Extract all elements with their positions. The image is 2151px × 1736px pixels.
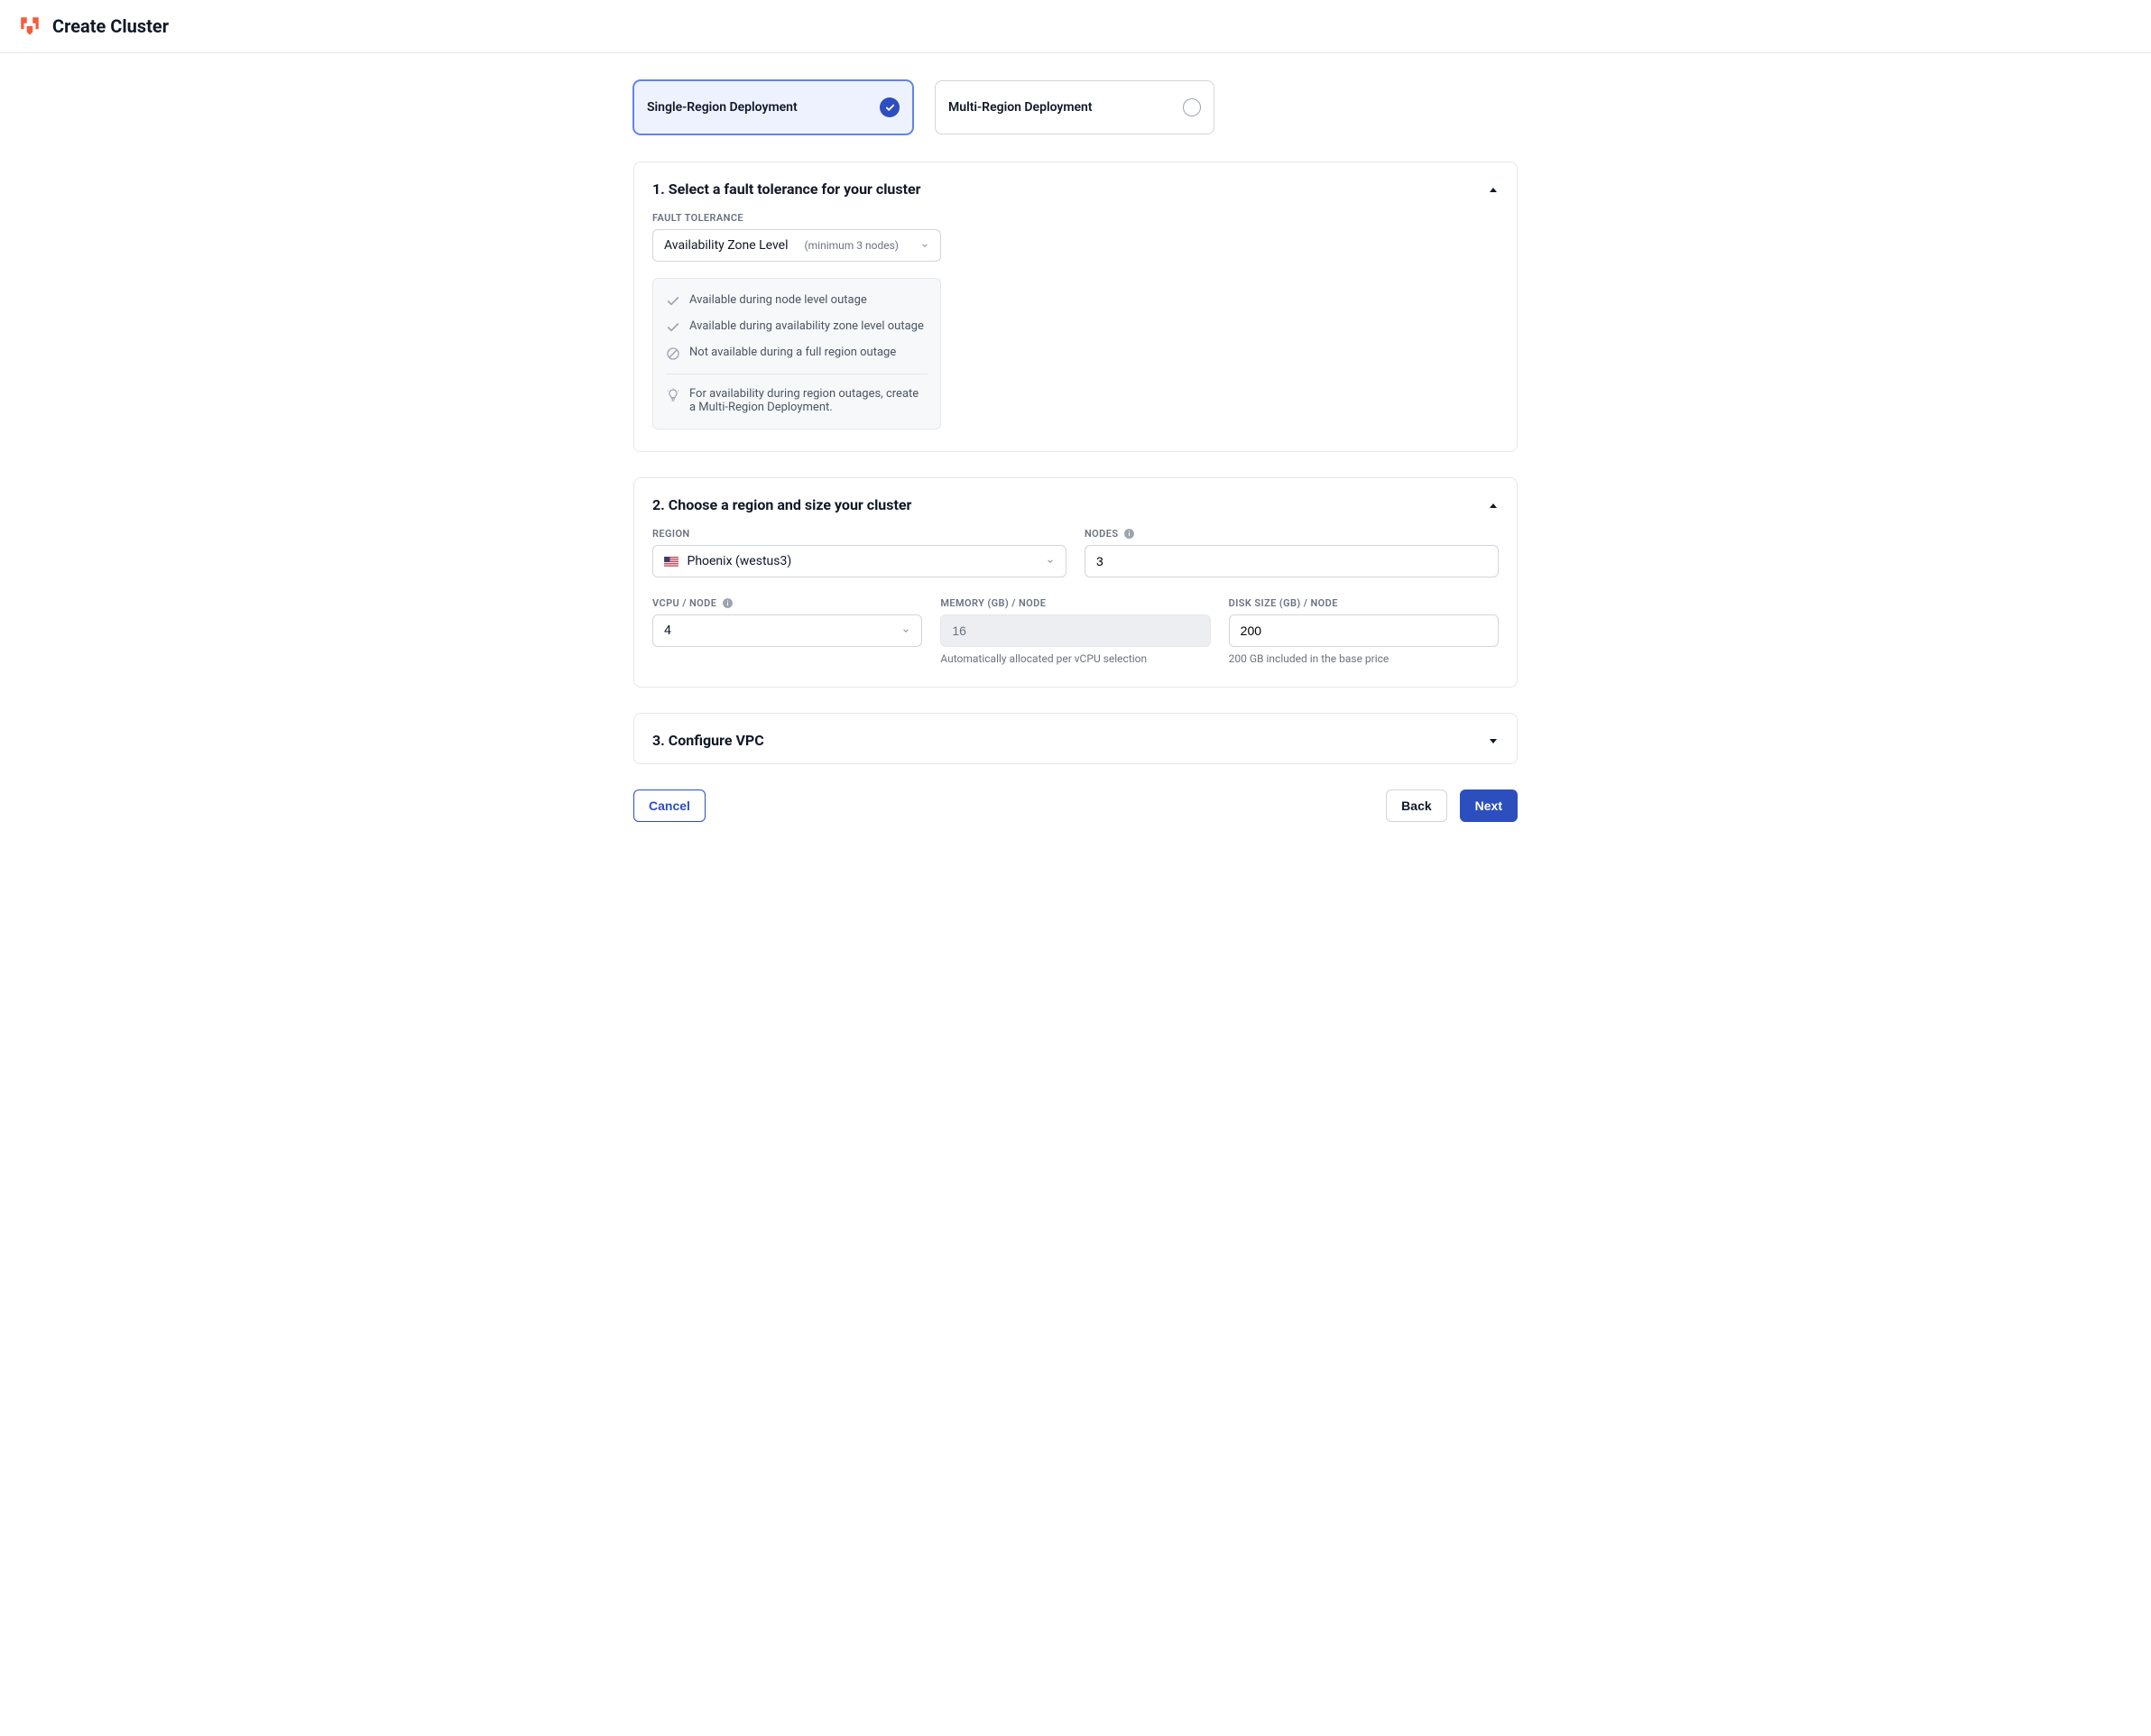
ft-info-row3: Not available during a full region outag… [689, 346, 896, 359]
section-region-size-title: 2. Choose a region and size your cluster [652, 496, 911, 513]
fault-tolerance-value: Availability Zone Level [664, 238, 789, 253]
nodes-input[interactable] [1085, 545, 1499, 577]
next-button[interactable]: Next [1460, 790, 1518, 822]
cancel-button[interactable]: Cancel [633, 790, 706, 822]
footer-actions: Cancel Back Next [633, 790, 1518, 822]
deployment-single-region[interactable]: Single-Region Deployment [633, 80, 913, 134]
brand-logo-icon [18, 14, 42, 38]
region-select[interactable]: Phoenix (westus3) [652, 545, 1066, 577]
chevron-down-icon [1046, 557, 1055, 566]
back-button[interactable]: Back [1386, 790, 1446, 822]
disk-label: DISK SIZE (GB) / NODE [1229, 597, 1499, 609]
ft-info-row2: Available during availability zone level… [689, 319, 924, 333]
check-icon [666, 320, 680, 335]
fault-tolerance-hint: (minimum 3 nodes) [805, 239, 899, 252]
section-fault-tolerance-header[interactable]: 1. Select a fault tolerance for your clu… [634, 162, 1517, 212]
section-fault-tolerance: 1. Select a fault tolerance for your clu… [633, 162, 1518, 452]
section-fault-tolerance-title: 1. Select a fault tolerance for your clu… [652, 180, 921, 198]
memory-input [940, 614, 1210, 647]
page-title: Create Cluster [52, 15, 169, 37]
section-configure-vpc-title: 3. Configure VPC [652, 732, 764, 749]
info-icon[interactable] [722, 597, 734, 609]
ft-info-row1: Available during node level outage [689, 293, 867, 307]
vcpu-select[interactable]: 4 [652, 614, 922, 647]
vcpu-label: vCPU / NODE [652, 597, 716, 609]
fault-tolerance-info-box: Available during node level outage Avail… [652, 278, 941, 429]
disk-input[interactable] [1229, 614, 1499, 647]
region-label: REGION [652, 528, 1066, 540]
not-available-icon [666, 346, 680, 361]
section-configure-vpc: 3. Configure VPC [633, 713, 1518, 764]
top-bar: Create Cluster [0, 0, 2151, 53]
disk-helper: 200 GB included in the base price [1229, 652, 1499, 665]
region-value: Phoenix (westus3) [687, 554, 791, 568]
chevron-down-icon [920, 241, 929, 250]
section-configure-vpc-header[interactable]: 3. Configure VPC [634, 714, 1517, 763]
check-icon [666, 294, 680, 309]
vcpu-value: 4 [664, 623, 671, 638]
fault-tolerance-select[interactable]: Availability Zone Level (minimum 3 nodes… [652, 229, 941, 262]
nodes-label: NODES [1085, 528, 1118, 540]
caret-up-icon [1488, 500, 1499, 511]
deployment-multi-region[interactable]: Multi-Region Deployment [935, 80, 1214, 134]
ft-info-tip: For availability during region outages, … [689, 387, 928, 414]
chevron-down-icon [901, 626, 910, 635]
deployment-type-options: Single-Region Deployment Multi-Region De… [633, 80, 1518, 134]
radio-unselected-icon [1183, 98, 1201, 116]
lightbulb-icon [666, 388, 680, 402]
fault-tolerance-label: FAULT TOLERANCE [652, 212, 1499, 224]
info-icon[interactable] [1123, 528, 1135, 540]
memory-helper: Automatically allocated per vCPU selecti… [940, 652, 1210, 665]
section-region-size-header[interactable]: 2. Choose a region and size your cluster [634, 478, 1517, 528]
caret-down-icon [1488, 735, 1499, 746]
caret-up-icon [1488, 184, 1499, 195]
radio-selected-icon [880, 97, 900, 117]
deployment-single-label: Single-Region Deployment [647, 100, 798, 115]
memory-label: MEMORY (GB) / NODE [940, 597, 1210, 609]
us-flag-icon [664, 557, 679, 567]
section-region-size: 2. Choose a region and size your cluster… [633, 477, 1518, 688]
deployment-multi-label: Multi-Region Deployment [948, 100, 1093, 115]
